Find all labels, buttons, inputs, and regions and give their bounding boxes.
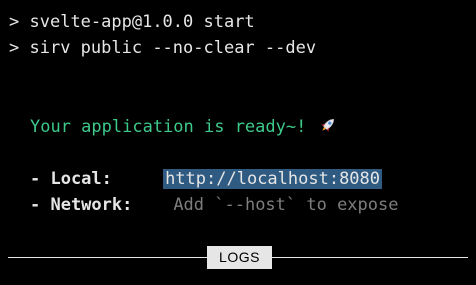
network-hint: Add `--host` to expose xyxy=(173,195,399,215)
terminal-window[interactable]: > svelte-app@1.0.0 start > sirv public -… xyxy=(0,0,476,285)
ready-message-line: Your application is ready~! xyxy=(30,115,339,139)
logs-tab[interactable]: LOGS xyxy=(207,246,272,269)
prompt-symbol: > xyxy=(9,38,20,58)
network-address-line: - Network: Add `--host` to expose xyxy=(30,193,398,217)
command-text: sirv public --no-clear --dev xyxy=(29,38,317,58)
command-text: svelte-app@1.0.0 start xyxy=(29,12,255,32)
prompt-symbol: > xyxy=(9,12,20,32)
ready-message: Your application is ready~! xyxy=(30,117,307,137)
command-line-1: > svelte-app@1.0.0 start xyxy=(9,10,255,34)
local-url[interactable]: http://localhost:8080 xyxy=(163,169,383,189)
local-label: - Local: xyxy=(30,169,112,189)
rocket-icon xyxy=(320,119,334,132)
network-label: - Network: xyxy=(30,195,133,215)
command-line-2: > sirv public --no-clear --dev xyxy=(9,36,316,60)
local-address-line: - Local: http://localhost:8080 xyxy=(30,167,383,191)
